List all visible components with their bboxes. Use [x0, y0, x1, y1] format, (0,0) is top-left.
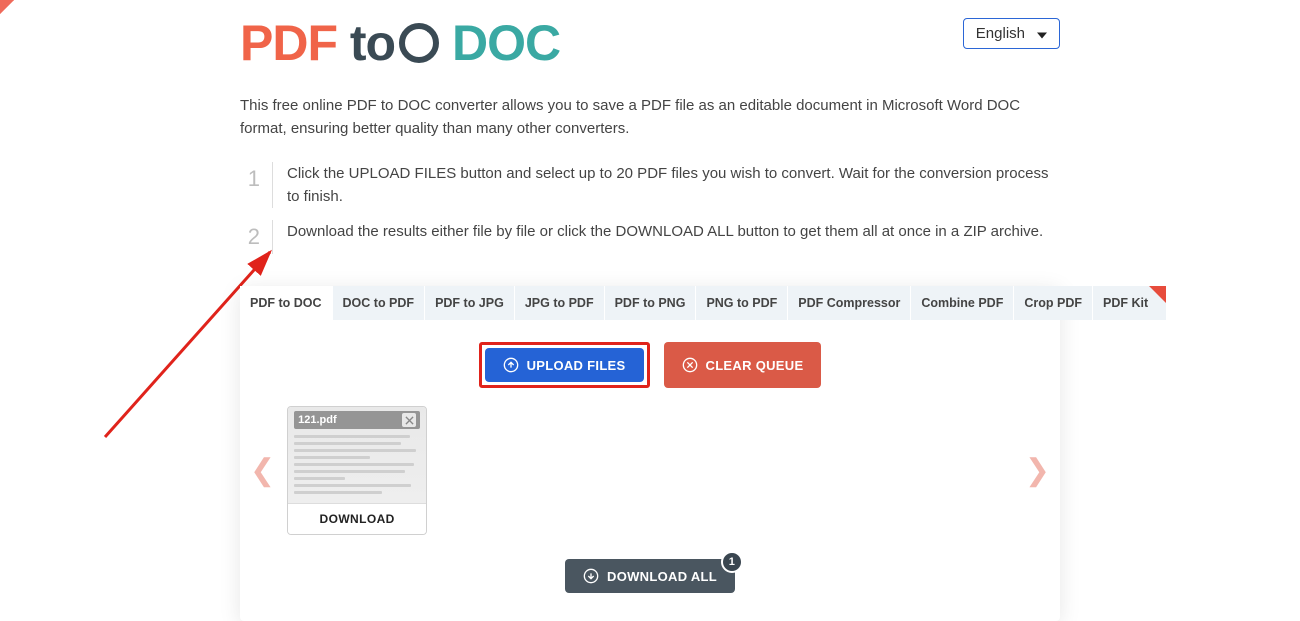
clear-queue-button[interactable]: CLEAR QUEUE	[664, 342, 822, 388]
tab-crop-pdf[interactable]: Crop PDF	[1014, 286, 1093, 320]
file-thumbnail: 121.pdf	[288, 407, 426, 503]
download-icon	[583, 568, 599, 584]
page-corner-ribbon	[0, 0, 14, 14]
intro-text: This free online PDF to DOC converter al…	[240, 94, 1060, 141]
instruction-steps: 1 Click the UPLOAD FILES button and sele…	[240, 156, 1060, 261]
file-name: 121.pdf	[298, 414, 337, 426]
converter-panel: PDF to DOC DOC to PDF PDF to JPG JPG to …	[240, 286, 1060, 621]
close-circle-icon	[682, 357, 698, 373]
logo: PDF to DOC	[240, 18, 560, 68]
new-ribbon-icon	[1142, 286, 1166, 310]
logo-part-2: to	[350, 18, 439, 68]
step-1: 1 Click the UPLOAD FILES button and sele…	[240, 156, 1060, 215]
tab-bar: PDF to DOC DOC to PDF PDF to JPG JPG to …	[240, 286, 1060, 320]
remove-file-button[interactable]	[402, 413, 416, 427]
file-card: 121.pdf DOWNLOAD	[287, 406, 427, 535]
upload-files-button[interactable]: UPLOAD FILES	[485, 348, 644, 382]
logo-part-1: PDF	[240, 15, 337, 71]
upload-icon	[503, 357, 519, 373]
download-file-button[interactable]: DOWNLOAD	[288, 503, 426, 534]
tab-pdf-to-doc[interactable]: PDF to DOC	[240, 286, 333, 320]
file-count-badge: 1	[721, 551, 743, 573]
carousel-prev[interactable]: ❮	[246, 453, 279, 488]
thumbnail-preview-lines	[294, 435, 420, 494]
tab-pdf-compressor[interactable]: PDF Compressor	[788, 286, 911, 320]
logo-part-3: DOC	[452, 15, 560, 71]
refresh-icon	[399, 23, 439, 63]
tab-png-to-pdf[interactable]: PNG to PDF	[696, 286, 788, 320]
tab-combine-pdf[interactable]: Combine PDF	[911, 286, 1014, 320]
tab-pdf-to-png[interactable]: PDF to PNG	[605, 286, 697, 320]
download-all-button[interactable]: DOWNLOAD ALL 1	[565, 559, 735, 593]
language-selected: English	[976, 25, 1025, 42]
tab-pdf-kit[interactable]: PDF Kit	[1093, 286, 1167, 320]
tab-doc-to-pdf[interactable]: DOC to PDF	[333, 286, 426, 320]
language-select[interactable]: English	[963, 18, 1060, 49]
step-2: 2 Download the results either file by fi…	[240, 214, 1060, 260]
upload-highlight-box: UPLOAD FILES	[479, 342, 650, 388]
close-icon	[405, 416, 414, 425]
tab-pdf-to-jpg[interactable]: PDF to JPG	[425, 286, 515, 320]
tab-jpg-to-pdf[interactable]: JPG to PDF	[515, 286, 605, 320]
carousel-next[interactable]: ❯	[1021, 453, 1054, 488]
